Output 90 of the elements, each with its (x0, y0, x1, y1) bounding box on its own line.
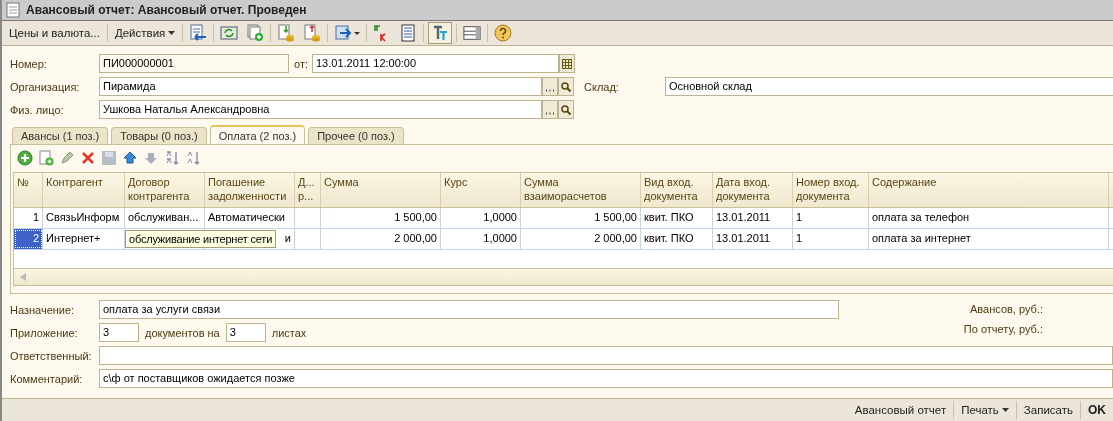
table-cell: 1 500,00 (321, 208, 441, 228)
delete-icon[interactable] (80, 150, 96, 166)
column-header[interactable]: Контрагент (43, 173, 125, 207)
warehouse-label: Склад: (584, 80, 620, 93)
column-header[interactable]: Вид вход. документа (641, 173, 713, 207)
column-header[interactable]: Д... р... (295, 173, 321, 207)
pencil-icon[interactable] (59, 150, 75, 166)
ok-button[interactable]: OK (1085, 401, 1109, 419)
organization-field[interactable]: Пирамида (99, 77, 542, 96)
table-cell: СвязьИнформ (43, 208, 125, 228)
document-arrow-icon[interactable] (332, 23, 363, 43)
table-cell: 13.01.2011 (713, 229, 793, 249)
column-header[interactable]: Сумма (321, 173, 441, 207)
documents-count-field[interactable]: 3 (99, 323, 139, 342)
table-cell: 13.01.2011 (713, 208, 793, 228)
number-label: Номер: (10, 57, 48, 70)
tooltip: обслуживание интернет сети (125, 230, 277, 248)
responsible-label: Ответственный: (10, 349, 93, 362)
person-field[interactable]: Ушкова Наталья Александровна (99, 100, 542, 119)
sort-ascending-icon[interactable] (164, 150, 180, 166)
print-menu-button[interactable]: Печать (958, 402, 1012, 418)
table-cell: 1 (14, 208, 43, 228)
comment-field[interactable]: с\ф от поставщиков ожидается позже (99, 369, 1113, 388)
column-header[interactable]: Содержание (869, 173, 1109, 207)
table-cell: оплата за телефон (869, 208, 1109, 228)
column-header[interactable]: Номер вход. документа (793, 173, 869, 207)
table-cell: оплата за интернет (869, 229, 1109, 249)
comment-label: Комментарий: (10, 372, 84, 385)
caret-icon (168, 31, 176, 35)
table-cell: 1 500,00 (521, 208, 641, 228)
table-cell: 1 (793, 208, 869, 228)
actions-menu-button[interactable]: Действия (111, 25, 179, 41)
footer-button[interactable]: Записать (1020, 402, 1076, 418)
column-header[interactable]: Договор контрагента (125, 173, 205, 207)
copy-add-icon[interactable] (38, 150, 54, 166)
column-header[interactable]: Курс (441, 173, 521, 207)
caret-icon (1001, 408, 1009, 412)
search-button[interactable] (558, 100, 574, 119)
ellipsis-icon (545, 112, 555, 115)
column-header[interactable]: Сумма взаиморасчетов (521, 173, 641, 207)
advances-total-label: Авансов, руб.: (970, 303, 1043, 315)
column-header[interactable]: № (14, 173, 43, 207)
help-icon[interactable] (492, 23, 515, 43)
add-icon[interactable] (17, 150, 33, 166)
documents-text: документов на (145, 326, 220, 339)
footer-button[interactable]: Авансовый отчет (851, 402, 950, 418)
search-icon (561, 104, 571, 115)
table-cell: 1,0000 (441, 208, 521, 228)
move-down-icon[interactable] (143, 150, 159, 166)
attachment-label: Приложение: (10, 326, 79, 339)
table-cell: 2 (14, 229, 43, 249)
warehouse-field[interactable]: Основной склад (665, 77, 1113, 96)
number-field[interactable]: ПИ000000001 (99, 54, 289, 73)
purpose-field[interactable]: оплата за услуги связи (99, 300, 839, 319)
tab[interactable]: Оплата (2 поз.) (209, 125, 306, 144)
calendar-icon (562, 58, 572, 69)
column-header[interactable]: Погашение задолженности (205, 173, 295, 207)
table-cell: квит. ПКО (641, 208, 713, 228)
table-cell: 2 000,00 (321, 229, 441, 249)
organization-label: Организация: (10, 80, 81, 93)
tab[interactable]: Прочее (0 поз.) (308, 127, 404, 144)
prices-button[interactable]: Цены и валюта... (6, 25, 103, 41)
search-button[interactable] (558, 77, 574, 96)
column-header[interactable]: Дата вход. документа (713, 173, 793, 207)
save-icon[interactable] (101, 150, 117, 166)
move-up-icon[interactable] (122, 150, 138, 166)
responsible-field[interactable] (99, 346, 1113, 365)
tab[interactable]: Товары (0 поз.) (111, 127, 207, 144)
table-cell: 2 000,00 (521, 229, 641, 249)
horizontal-scrollbar[interactable] (14, 268, 1113, 285)
tab[interactable]: Авансы (1 поз.) (12, 127, 109, 144)
ellipsis-icon (545, 89, 555, 92)
table-cell: 1,0000 (441, 229, 521, 249)
sort-descending-icon[interactable] (185, 150, 201, 166)
table-cell: квит. ПКО (641, 229, 713, 249)
window-title: Авансовый отчет: Авансовый отчет. Проведен (26, 3, 307, 17)
table-cell: Автоматически (205, 208, 295, 228)
table-cell: 1 (793, 229, 869, 249)
person-label: Физ. лицо: (10, 103, 65, 116)
date-label: от: (294, 57, 308, 70)
sheets-text: листах (271, 326, 307, 339)
refresh-icon[interactable] (218, 23, 241, 43)
report-total-label: По отчету, руб.: (963, 323, 1043, 335)
structure-toggle-icon[interactable] (428, 22, 453, 44)
table-cell: обслуживан... (125, 208, 205, 228)
sheets-count-field[interactable]: 3 (225, 323, 266, 342)
list-settings-icon[interactable] (461, 23, 484, 43)
purpose-label: Назначение: (10, 303, 76, 316)
date-field[interactable]: 13.01.2011 12:00:00 (312, 54, 559, 73)
search-icon (561, 81, 571, 92)
